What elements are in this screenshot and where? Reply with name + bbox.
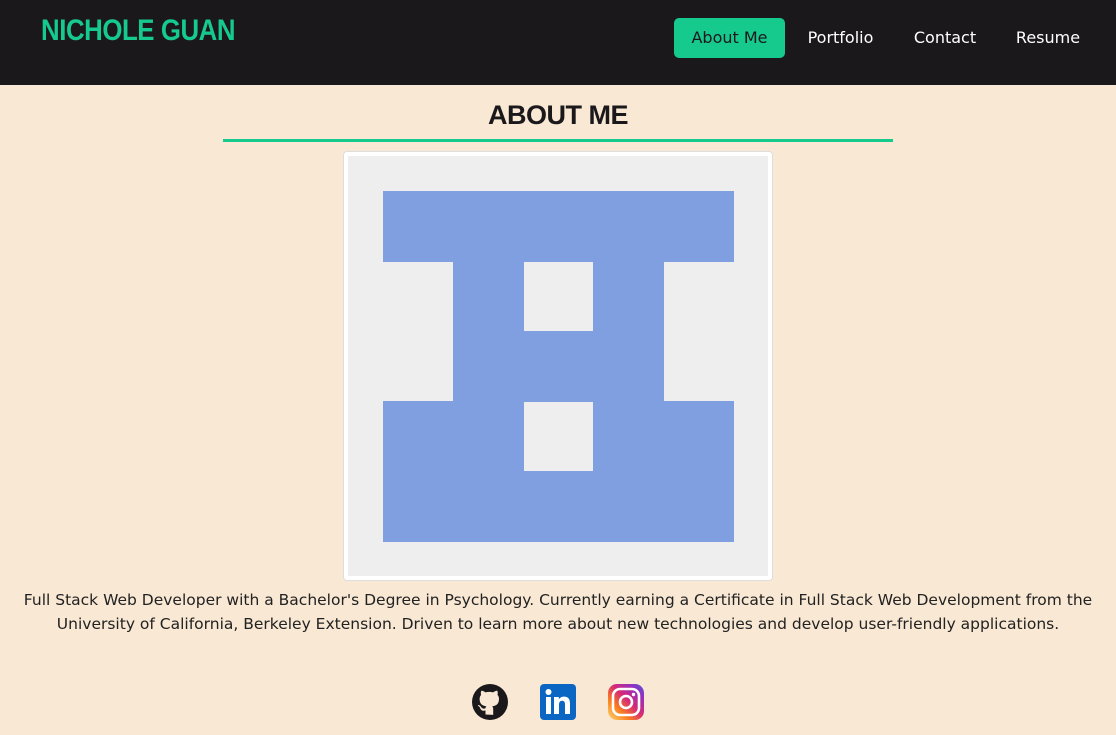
nav-links: About Me Portfolio Contact Resume [0,18,1116,58]
navbar: Nichole Guan About Me Portfolio Contact … [0,0,1116,85]
github-icon[interactable] [472,684,508,720]
title-underline [223,139,893,142]
instagram-icon[interactable] [608,684,644,720]
bio-line-2: University of California, Berkeley Exten… [56,615,1060,633]
nav-portfolio[interactable]: Portfolio [797,18,884,58]
social-links [0,684,1116,720]
nav-contact[interactable]: Contact [902,18,988,58]
identicon-image [348,156,768,576]
bio-line-1: Full Stack Web Developer with a Bachelor… [23,591,1093,609]
bio-text: Full Stack Web Developer with a Bachelor… [0,588,1116,636]
nav-resume[interactable]: Resume [1003,18,1093,58]
avatar [343,151,773,581]
linkedin-icon[interactable] [540,684,576,720]
page-title: About Me [488,100,629,130]
nav-about-me[interactable]: About Me [674,18,785,58]
